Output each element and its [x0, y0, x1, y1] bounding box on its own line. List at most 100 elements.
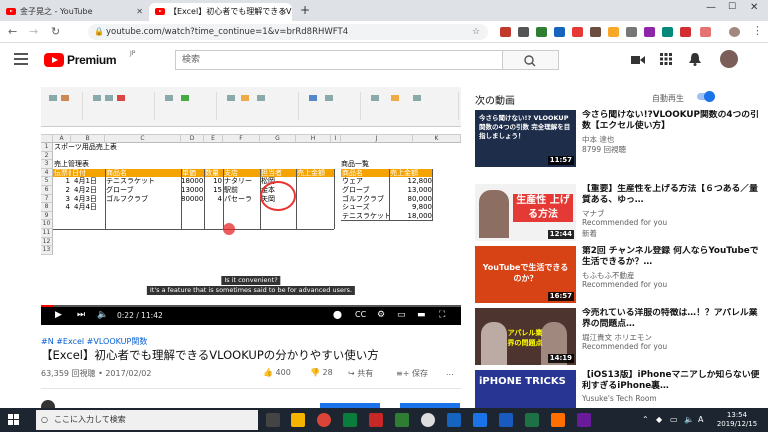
sales-header-cell[interactable]: 伝票番号	[53, 168, 82, 178]
row-number[interactable]: 9	[41, 211, 53, 221]
product-price[interactable]: 80,000	[389, 195, 433, 204]
channel-avatar[interactable]	[41, 400, 55, 408]
sales-price[interactable]: 13000	[181, 186, 203, 195]
sales-header-cell[interactable]: 数量	[204, 168, 223, 178]
product-name[interactable]: グローブ	[342, 186, 389, 195]
row-number[interactable]: 5	[41, 177, 53, 186]
column-header[interactable]: G	[260, 135, 296, 143]
sheet-title[interactable]: スポーツ用品売上表	[54, 143, 204, 152]
sales-no[interactable]: 2	[53, 186, 70, 195]
row-number[interactable]: 6	[41, 186, 53, 195]
notifications-bell-icon[interactable]	[689, 52, 701, 66]
sales-date[interactable]: 4月4日	[74, 203, 105, 212]
app-icon[interactable]	[395, 413, 409, 427]
extension-icon[interactable]	[536, 27, 547, 37]
row-number[interactable]: 8	[41, 203, 53, 212]
product-price[interactable]: 12,800	[389, 177, 433, 186]
task-view-icon[interactable]	[266, 413, 280, 427]
product-name[interactable]: シューズ	[342, 203, 389, 212]
product-header-cell[interactable]: 売上金額	[389, 168, 433, 178]
sales-no[interactable]: 3	[53, 195, 70, 204]
menu-kebab-icon[interactable]: ⋮	[752, 24, 763, 38]
row-number[interactable]: 12	[41, 237, 53, 247]
profile-avatar-icon[interactable]	[729, 27, 740, 37]
sales-branch[interactable]: パセーラ	[224, 195, 260, 204]
sales-item[interactable]: テニスラケット	[106, 177, 181, 186]
next-icon[interactable]: ⏭	[77, 310, 85, 320]
dislike-button[interactable]: 👎 28	[310, 368, 333, 377]
hamburger-menu-icon[interactable]	[14, 53, 28, 65]
recommended-video-card[interactable]: アパレル業界の問題点 14:19 今売れている洋服の特徴は…！？アパレル業界の問…	[475, 308, 765, 368]
autoplay-toggle[interactable]	[697, 91, 715, 102]
ime-icon[interactable]: A	[698, 415, 703, 424]
illustrator-icon[interactable]	[551, 413, 565, 427]
account-avatar[interactable]	[720, 50, 738, 68]
extension-icon[interactable]	[590, 27, 601, 37]
tab-channel[interactable]: 金子晃之 - YouTube ✕	[0, 3, 148, 21]
autoplay-toggle-icon[interactable]: ⬤	[333, 310, 342, 320]
extension-icon[interactable]	[554, 27, 565, 37]
fullscreen-icon[interactable]: ⛶	[439, 310, 445, 320]
video-hashtags[interactable]: #N #Excel #VLOOKUP関数	[41, 336, 147, 347]
close-icon[interactable]: ✕	[136, 3, 143, 21]
app-icon[interactable]	[473, 413, 487, 427]
sales-header-cell[interactable]: 単価	[181, 168, 204, 178]
search-button[interactable]	[503, 50, 559, 70]
video-player[interactable]: ABCDEFGHIJK 1 2 3 4 5 6 7 8 9 10 11 12 13 スポーツ用品売上表売…	[41, 87, 461, 325]
search-input[interactable]: 検索	[175, 50, 503, 70]
minimize-icon[interactable]: —	[706, 2, 716, 13]
close-window-icon[interactable]: ✕	[750, 2, 758, 13]
sales-branch[interactable]: 駅前	[224, 186, 260, 195]
row-number[interactable]: 4	[41, 168, 53, 178]
column-header[interactable]: F	[223, 135, 260, 143]
network-icon[interactable]: ▭	[670, 415, 678, 424]
extension-icon[interactable]	[680, 27, 691, 37]
row-number[interactable]: 7	[41, 194, 53, 204]
row-number[interactable]: 3	[41, 160, 53, 169]
play-icon[interactable]: ▶	[55, 310, 62, 320]
sales-header-cell[interactable]: 商品名	[105, 168, 181, 178]
forward-icon[interactable]: →	[29, 25, 38, 39]
sales-item[interactable]: ゴルフクラブ	[106, 195, 181, 204]
column-header[interactable]: I	[331, 135, 341, 143]
word-icon[interactable]	[499, 413, 513, 427]
new-tab-icon[interactable]: +	[300, 3, 310, 17]
sales-qty[interactable]: 4	[204, 195, 222, 204]
product-name[interactable]: ウェア	[342, 177, 389, 186]
column-header[interactable]: A	[53, 135, 71, 143]
extension-icon[interactable]	[518, 27, 529, 37]
app-icon[interactable]	[369, 413, 383, 427]
column-header[interactable]: J	[341, 135, 413, 143]
taskbar-search-input[interactable]: ○ ここに入力して検索	[36, 410, 258, 430]
sales-header-cell[interactable]: 売上金額	[296, 168, 334, 178]
recommended-video-card[interactable]: 今さら聞けない!? VLOOKUP関数の4つの引数 完全理解を目指しましょう！ …	[475, 110, 765, 170]
create-video-icon[interactable]	[631, 54, 645, 66]
extension-icon[interactable]	[500, 27, 511, 37]
column-header[interactable]: E	[204, 135, 223, 143]
sales-price[interactable]: 18000	[181, 177, 203, 186]
sales-date[interactable]: 4月3日	[74, 195, 105, 204]
product-price[interactable]: 13,000	[389, 186, 433, 195]
app-icon[interactable]	[343, 413, 357, 427]
sales-qty[interactable]: 15	[204, 186, 222, 195]
reload-icon[interactable]: ↻	[51, 25, 60, 39]
sales-price[interactable]: 80000	[181, 195, 203, 204]
app-icon[interactable]	[447, 413, 461, 427]
row-number[interactable]: 1	[41, 143, 53, 152]
sales-qty[interactable]: 10	[204, 177, 222, 186]
product-header-cell[interactable]: 商品名	[341, 168, 389, 178]
file-explorer-icon[interactable]	[291, 413, 305, 427]
tab-video[interactable]: 【Excel】初心者でも理解できるVLOO ✕	[149, 3, 292, 21]
volume-icon[interactable]: 🔈	[684, 415, 694, 424]
product-price[interactable]: 9,800	[389, 203, 432, 212]
volume-icon[interactable]: 🔈	[97, 310, 108, 320]
sales-item[interactable]: グローブ	[106, 186, 181, 195]
extension-icon[interactable]	[608, 27, 619, 37]
like-button[interactable]: 👍 400	[263, 368, 291, 377]
sales-branch[interactable]: ナタリー	[224, 177, 260, 186]
extension-icon[interactable]	[572, 27, 583, 37]
row-number[interactable]: 11	[41, 229, 53, 238]
extension-icon[interactable]	[626, 27, 637, 37]
app-icon[interactable]	[421, 413, 435, 427]
row-number[interactable]: 13	[41, 246, 53, 255]
